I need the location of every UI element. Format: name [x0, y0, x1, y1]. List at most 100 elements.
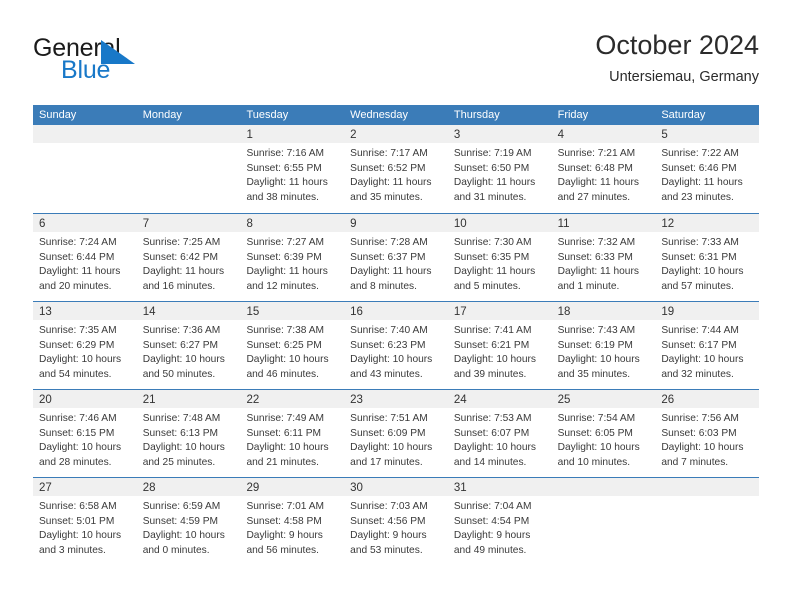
day-number-band: 1: [240, 125, 345, 143]
day-sun-info: Sunrise: 7:03 AM Sunset: 4:56 PM Daylight:…: [344, 496, 448, 558]
sunset-time: Sunset: 6:31 PM: [661, 251, 737, 263]
daylight-duration: Daylight: 10 hours and 14 minutes.: [453, 442, 536, 468]
calendar-day-cell[interactable]: 20 Sunrise: 7:46 AM Sunset: 6:15 PM Dayligh…: [33, 390, 137, 477]
day-number: 3: [453, 129, 461, 141]
sunset-time: Sunset: 4:58 PM: [246, 515, 322, 527]
calendar-day-cell[interactable]: 21 Sunrise: 7:48 AM Sunset: 6:13 PM Dayligh…: [136, 390, 241, 477]
calendar-day-cell[interactable]: 16 Sunrise: 7:40 AM Sunset: 6:23 PM Dayligh…: [344, 302, 448, 389]
sunrise-time: Sunrise: 7:49 AM: [246, 413, 325, 424]
day-number: 22: [246, 394, 260, 406]
calendar-day-cell[interactable]: 27 Sunrise: 6:58 AM Sunset: 5:01 PM Dayligh…: [33, 478, 137, 565]
day-sun-info: Sunrise: 7:53 AM Sunset: 6:07 PM Daylight:…: [448, 408, 552, 470]
sunset-time: Sunset: 6:25 PM: [246, 339, 322, 351]
sunrise-time: Sunrise: 7:48 AM: [142, 413, 221, 424]
calendar-day-cell[interactable]: 9 Sunrise: 7:28 AM Sunset: 6:37 PM Daylight…: [344, 214, 448, 301]
calendar-day-cell[interactable]: 2 Sunrise: 7:17 AM Sunset: 6:52 PM Daylight…: [344, 125, 448, 213]
day-sun-info: Sunrise: 7:46 AM Sunset: 6:15 PM Daylight:…: [33, 408, 137, 470]
sunrise-time: Sunrise: 7:03 AM: [350, 501, 428, 512]
day-number-band: 19: [655, 302, 760, 320]
day-number-band: 6: [33, 214, 137, 232]
calendar-day-cell[interactable]: 17 Sunrise: 7:41 AM Sunset: 6:21 PM Dayligh…: [447, 302, 552, 389]
calendar-day-cell[interactable]: 30 Sunrise: 7:03 AM Sunset: 4:56 PM Dayligh…: [344, 478, 448, 565]
day-number: 29: [246, 482, 260, 494]
sunset-time: Sunset: 5:01 PM: [39, 515, 115, 527]
calendar-day-cell[interactable]: 26 Sunrise: 7:56 AM Sunset: 6:03 PM Dayligh…: [655, 390, 760, 477]
calendar-day-cell[interactable]: 29 Sunrise: 7:01 AM Sunset: 4:58 PM Dayligh…: [240, 478, 345, 565]
daylight-duration: Daylight: 9 hours and 49 minutes.: [453, 530, 531, 556]
calendar-grid: Sunday Monday Tuesday Wednesday Thursday…: [33, 105, 760, 565]
calendar-day-cell-empty: [136, 125, 241, 213]
day-sun-info: Sunrise: 7:51 AM Sunset: 6:09 PM Daylight:…: [344, 408, 448, 470]
day-number: 30: [350, 482, 363, 494]
day-number-band: 15: [240, 302, 345, 320]
daylight-duration: Daylight: 10 hours and 28 minutes.: [39, 442, 122, 468]
calendar-day-cell[interactable]: 18 Sunrise: 7:43 AM Sunset: 6:19 PM Dayligh…: [551, 302, 656, 389]
calendar-day-cell[interactable]: 19 Sunrise: 7:44 AM Sunset: 6:17 PM Dayligh…: [655, 302, 760, 389]
calendar-day-cell[interactable]: 5 Sunrise: 7:22 AM Sunset: 6:46 PM Daylight…: [655, 125, 760, 213]
daylight-duration: Daylight: 10 hours and 43 minutes.: [350, 354, 433, 380]
calendar-day-cell[interactable]: 15 Sunrise: 7:38 AM Sunset: 6:25 PM Dayligh…: [240, 302, 345, 389]
day-sun-info: Sunrise: 7:38 AM Sunset: 6:25 PM Daylight:…: [240, 320, 344, 382]
calendar-day-cell[interactable]: 23 Sunrise: 7:51 AM Sunset: 6:09 PM Dayligh…: [344, 390, 448, 477]
sunset-time: Sunset: 6:46 PM: [661, 162, 737, 174]
calendar-day-cell[interactable]: 8 Sunrise: 7:27 AM Sunset: 6:39 PM Daylight…: [240, 214, 345, 301]
daylight-duration: Daylight: 10 hours and 10 minutes.: [557, 442, 640, 468]
calendar-day-cell[interactable]: 14 Sunrise: 7:36 AM Sunset: 6:27 PM Dayligh…: [136, 302, 241, 389]
calendar-day-cell[interactable]: 7 Sunrise: 7:25 AM Sunset: 6:42 PM Daylight…: [136, 214, 241, 301]
calendar-day-cell[interactable]: 1 Sunrise: 7:16 AM Sunset: 6:55 PM Daylight…: [240, 125, 345, 213]
calendar-day-cell[interactable]: 24 Sunrise: 7:53 AM Sunset: 6:07 PM Dayligh…: [447, 390, 552, 477]
day-number: 11: [557, 218, 570, 230]
day-number-band: 27: [33, 478, 137, 496]
daylight-duration: Daylight: 9 hours and 56 minutes.: [246, 530, 323, 556]
calendar-day-cell[interactable]: 6 Sunrise: 7:24 AM Sunset: 6:44 PM Daylight…: [33, 214, 137, 301]
sunrise-time: Sunrise: 7:04 AM: [453, 501, 532, 512]
sunrise-time: Sunrise: 7:38 AM: [246, 325, 325, 336]
sunrise-time: Sunrise: 7:19 AM: [453, 148, 532, 159]
calendar-day-cell[interactable]: 22 Sunrise: 7:49 AM Sunset: 6:11 PM Dayligh…: [240, 390, 345, 477]
calendar-day-cell[interactable]: 11 Sunrise: 7:32 AM Sunset: 6:33 PM Dayligh…: [551, 214, 656, 301]
day-number: 4: [557, 129, 564, 141]
sunrise-time: Sunrise: 7:32 AM: [557, 237, 636, 248]
daylight-duration: Daylight: 10 hours and 57 minutes.: [661, 266, 744, 292]
day-number: 8: [246, 218, 253, 230]
calendar-day-cell[interactable]: 31 Sunrise: 7:04 AM Sunset: 4:54 PM Dayligh…: [447, 478, 552, 565]
sunset-time: Sunset: 6:35 PM: [453, 251, 530, 263]
sunrise-time: Sunrise: 7:25 AM: [142, 237, 221, 248]
calendar-day-cell[interactable]: 28 Sunrise: 6:59 AM Sunset: 4:59 PM Dayligh…: [136, 478, 241, 565]
daylight-duration: Daylight: 10 hours and 46 minutes.: [246, 354, 329, 380]
sunset-time: Sunset: 6:21 PM: [453, 339, 530, 351]
day-number-band: 9: [344, 214, 448, 232]
day-number-band: [136, 125, 241, 143]
day-number: 9: [350, 218, 357, 230]
daylight-duration: Daylight: 10 hours and 17 minutes.: [350, 442, 433, 468]
day-sun-info: Sunrise: 7:25 AM Sunset: 6:42 PM Daylight:…: [137, 232, 241, 294]
daylight-duration: Daylight: 11 hours and 31 minutes.: [453, 177, 536, 203]
sunset-time: Sunset: 6:13 PM: [142, 427, 219, 439]
day-sun-info: Sunrise: 7:44 AM Sunset: 6:17 PM Daylight:…: [655, 320, 759, 382]
day-number-band: 17: [447, 302, 552, 320]
daylight-duration: Daylight: 11 hours and 12 minutes.: [246, 266, 328, 292]
daylight-duration: Daylight: 11 hours and 16 minutes.: [142, 266, 225, 292]
day-number-band: 5: [655, 125, 760, 143]
calendar-day-cell[interactable]: 12 Sunrise: 7:33 AM Sunset: 6:31 PM Dayligh…: [655, 214, 760, 301]
daylight-duration: Daylight: 11 hours and 20 minutes.: [39, 266, 121, 292]
sunrise-time: Sunrise: 7:36 AM: [142, 325, 221, 336]
calendar-day-cell[interactable]: 4 Sunrise: 7:21 AM Sunset: 6:48 PM Daylight…: [551, 125, 656, 213]
calendar-day-cell[interactable]: 3 Sunrise: 7:19 AM Sunset: 6:50 PM Daylight…: [447, 125, 552, 213]
day-sun-info: Sunrise: 7:48 AM Sunset: 6:13 PM Daylight:…: [137, 408, 241, 470]
sunset-time: Sunset: 6:52 PM: [350, 162, 426, 174]
calendar-day-cell[interactable]: 10 Sunrise: 7:30 AM Sunset: 6:35 PM Dayligh…: [447, 214, 552, 301]
brand-logo[interactable]: General Blue: [33, 34, 243, 90]
calendar-day-cell[interactable]: 13 Sunrise: 7:35 AM Sunset: 6:29 PM Dayligh…: [33, 302, 137, 389]
calendar-week-row: 20 Sunrise: 7:46 AM Sunset: 6:15 PM Dayligh…: [33, 389, 760, 477]
sunrise-time: Sunrise: 7:28 AM: [350, 237, 428, 248]
calendar-week-row: 1 Sunrise: 7:16 AM Sunset: 6:55 PM Daylight…: [33, 125, 760, 213]
sunrise-time: Sunrise: 7:43 AM: [557, 325, 636, 336]
sunset-time: Sunset: 6:48 PM: [557, 162, 633, 174]
sunrise-time: Sunrise: 7:01 AM: [246, 501, 325, 512]
calendar-day-cell[interactable]: 25 Sunrise: 7:54 AM Sunset: 6:05 PM Dayligh…: [551, 390, 656, 477]
day-number-band: 26: [655, 390, 760, 408]
day-number-band: 10: [447, 214, 552, 232]
day-number-band: 16: [344, 302, 448, 320]
page-subtitle: Untersiemau, Germany: [609, 69, 759, 85]
